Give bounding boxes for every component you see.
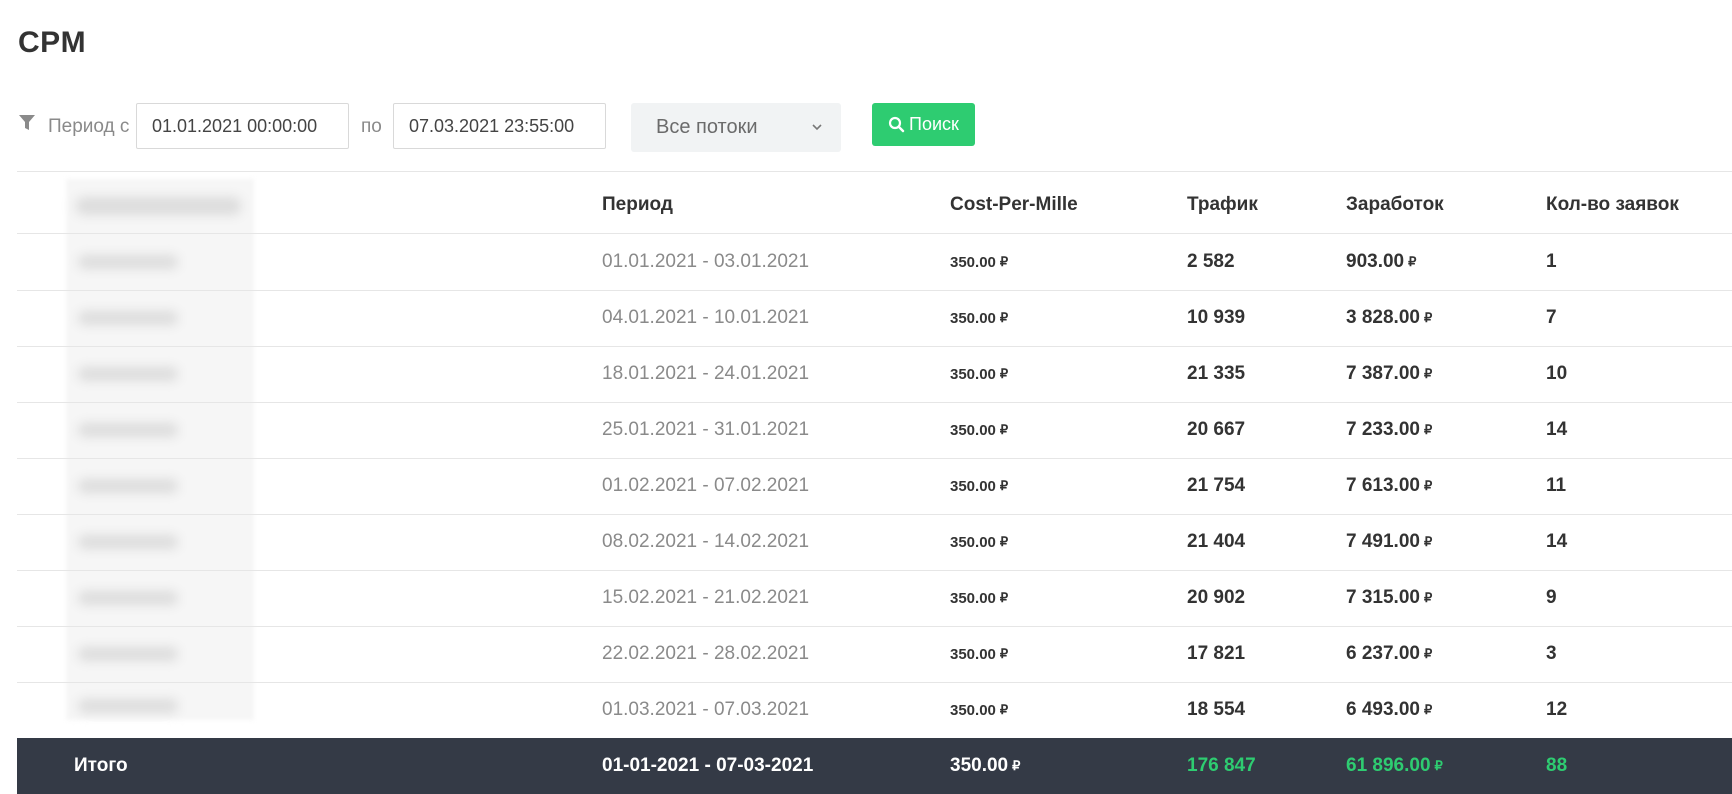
row-traffic: 21 404 xyxy=(1187,531,1246,552)
search-button[interactable]: Поиск xyxy=(872,103,975,146)
period-from-label: Период с xyxy=(48,116,130,137)
row-earnings: 7 233.00 ₽ xyxy=(1346,419,1433,440)
row-traffic: 18 554 xyxy=(1187,699,1246,720)
row-traffic: 21 754 xyxy=(1187,475,1246,496)
row-cpm: 350.00 ₽ xyxy=(950,477,1009,495)
search-icon xyxy=(888,116,905,133)
total-traffic: 176 847 xyxy=(1187,755,1256,776)
row-orders: 11 xyxy=(1546,475,1567,496)
total-label: Итого xyxy=(74,755,128,776)
header-orders[interactable]: Кол-во заявок xyxy=(1546,177,1679,233)
row-traffic: 17 821 xyxy=(1187,643,1246,664)
stream-select[interactable]: Все потоки xyxy=(631,103,841,152)
row-orders: 7 xyxy=(1546,307,1557,328)
row-traffic: 20 667 xyxy=(1187,419,1246,440)
row-period: 18.01.2021 - 24.01.2021 xyxy=(602,363,810,384)
row-earnings: 6 493.00 ₽ xyxy=(1346,699,1433,720)
header-traffic[interactable]: Трафик xyxy=(1187,177,1258,233)
row-orders: 3 xyxy=(1546,643,1557,664)
row-period: 04.01.2021 - 10.01.2021 xyxy=(602,307,810,328)
row-orders: 14 xyxy=(1546,531,1568,552)
row-cpm: 350.00 ₽ xyxy=(950,309,1009,327)
total-orders: 88 xyxy=(1546,755,1568,776)
table-row: 01.02.2021 - 07.02.2021 350.00 ₽ 21 754 7 61… xyxy=(17,458,1732,514)
table-row: 15.02.2021 - 21.02.2021 350.00 ₽ 20 902 7 31… xyxy=(17,570,1732,626)
filter-icon xyxy=(19,115,35,130)
row-orders: 1 xyxy=(1546,251,1557,272)
row-earnings: 7 315.00 ₽ xyxy=(1346,587,1433,608)
row-cpm: 350.00 ₽ xyxy=(950,589,1009,607)
chevron-down-icon xyxy=(812,124,822,131)
row-cpm: 350.00 ₽ xyxy=(950,365,1009,383)
total-earnings: 61 896.00 ₽ xyxy=(1346,755,1443,776)
table-row: 22.02.2021 - 28.02.2021 350.00 ₽ 17 821 6 23… xyxy=(17,626,1732,682)
total-row: Итого 01-01-2021 - 07-03-2021 350.00 ₽ 17… xyxy=(17,738,1732,794)
header-cpm[interactable]: Cost-Per-Mille xyxy=(950,177,1078,233)
date-from-input[interactable] xyxy=(136,103,349,149)
table-header: Период Cost-Per-Mille Трафик Заработок К… xyxy=(17,177,1732,233)
row-period: 15.02.2021 - 21.02.2021 xyxy=(602,587,810,608)
page-title: CPM xyxy=(18,26,87,59)
row-period: 22.02.2021 - 28.02.2021 xyxy=(602,643,810,664)
row-period: 01.01.2021 - 03.01.2021 xyxy=(602,251,810,272)
stream-select-value: Все потоки xyxy=(656,116,758,138)
row-cpm: 350.00 ₽ xyxy=(950,533,1009,551)
table-row: 08.02.2021 - 14.02.2021 350.00 ₽ 21 404 7 49… xyxy=(17,514,1732,570)
table-row: 04.01.2021 - 10.01.2021 350.00 ₽ 10 939 3 82… xyxy=(17,290,1732,346)
period-to-label: по xyxy=(361,116,382,137)
row-cpm: 350.00 ₽ xyxy=(950,421,1009,439)
header-period[interactable]: Период xyxy=(602,177,673,233)
row-period: 01.03.2021 - 07.03.2021 xyxy=(602,699,810,720)
row-traffic: 2 582 xyxy=(1187,251,1235,272)
row-period: 08.02.2021 - 14.02.2021 xyxy=(602,531,810,552)
row-cpm: 350.00 ₽ xyxy=(950,645,1009,663)
search-button-label: Поиск xyxy=(909,114,959,134)
header-earnings[interactable]: Заработок xyxy=(1346,177,1444,233)
total-cpm: 350.00 ₽ xyxy=(950,755,1021,776)
row-earnings: 7 613.00 ₽ xyxy=(1346,475,1433,496)
row-orders: 10 xyxy=(1546,363,1568,384)
row-period: 01.02.2021 - 07.02.2021 xyxy=(602,475,810,496)
row-period: 25.01.2021 - 31.01.2021 xyxy=(602,419,810,440)
row-earnings: 7 491.00 ₽ xyxy=(1346,531,1433,552)
row-traffic: 21 335 xyxy=(1187,363,1246,384)
date-to-input[interactable] xyxy=(393,103,606,149)
row-orders: 12 xyxy=(1546,699,1568,720)
row-traffic: 10 939 xyxy=(1187,307,1246,328)
row-earnings: 903.00 ₽ xyxy=(1346,251,1417,272)
row-cpm: 350.00 ₽ xyxy=(950,253,1009,271)
row-earnings: 7 387.00 ₽ xyxy=(1346,363,1433,384)
row-earnings: 6 237.00 ₽ xyxy=(1346,643,1433,664)
row-orders: 14 xyxy=(1546,419,1568,440)
table-row: 25.01.2021 - 31.01.2021 350.00 ₽ 20 667 7 23… xyxy=(17,402,1732,458)
row-cpm: 350.00 ₽ xyxy=(950,701,1009,719)
row-earnings: 3 828.00 ₽ xyxy=(1346,307,1433,328)
total-period: 01-01-2021 - 07-03-2021 xyxy=(602,755,814,776)
row-traffic: 20 902 xyxy=(1187,587,1246,608)
table-row: 01.01.2021 - 03.01.2021 350.00 ₽ 2 582 903.0… xyxy=(17,234,1732,290)
table-row: 18.01.2021 - 24.01.2021 350.00 ₽ 21 335 7 38… xyxy=(17,346,1732,402)
row-orders: 9 xyxy=(1546,587,1557,608)
table-row: 01.03.2021 - 07.03.2021 350.00 ₽ 18 554 6 49… xyxy=(17,682,1732,738)
